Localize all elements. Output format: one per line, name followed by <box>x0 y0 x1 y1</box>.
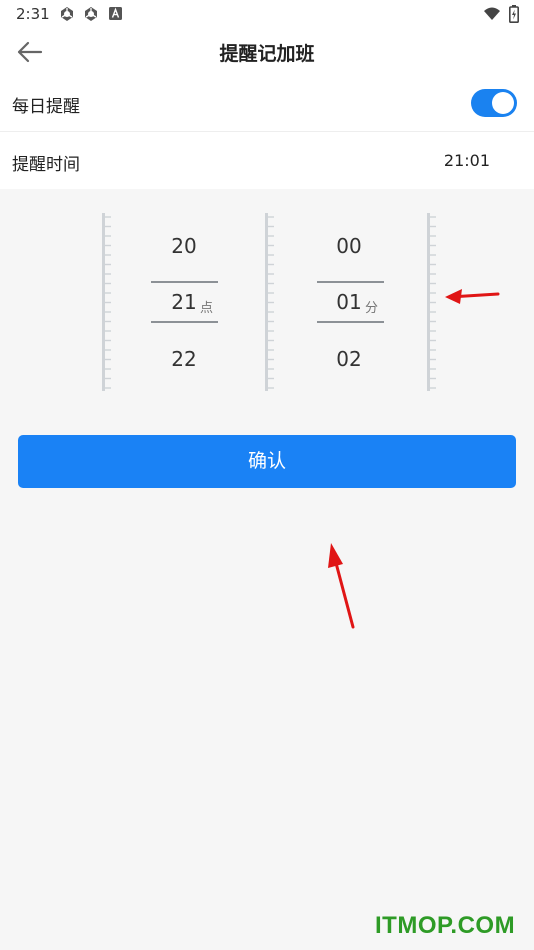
daily-reminder-row: 每日提醒 <box>0 76 534 132</box>
minute-option-above[interactable]: 00 <box>314 234 384 258</box>
app-bar: 提醒记加班 <box>0 28 534 76</box>
daily-reminder-label: 每日提醒 <box>12 97 80 117</box>
page-title: 提醒记加班 <box>219 43 315 65</box>
ruler-left <box>102 213 111 391</box>
minute-selection-line-top <box>317 281 384 283</box>
status-bar: 2:31 <box>0 0 534 28</box>
hour-selection-line-top <box>151 281 218 283</box>
reminder-time-row[interactable]: 提醒时间 21:01 <box>0 132 534 189</box>
minute-selection-line-bottom <box>317 321 384 323</box>
hour-option-below[interactable]: 22 <box>149 347 219 371</box>
reminder-time-label: 提醒时间 <box>12 155 80 175</box>
daily-reminder-toggle[interactable] <box>471 89 517 117</box>
reminder-time-value: 21:01 <box>443 151 490 170</box>
toggle-knob <box>492 92 514 114</box>
app-notification-icon <box>85 7 97 21</box>
minute-unit: 分 <box>365 301 379 316</box>
hour-unit: 点 <box>200 301 214 316</box>
watermark: ITMOP.COM <box>375 912 516 939</box>
status-time: 2:31 <box>16 5 50 23</box>
wifi-icon <box>484 7 500 20</box>
confirm-button[interactable]: 确认 <box>18 435 516 488</box>
ruler-middle <box>265 213 274 391</box>
hour-option-above[interactable]: 20 <box>149 234 219 258</box>
annotation-arrow-icon <box>328 543 355 629</box>
annotation-arrow-icon <box>445 289 500 304</box>
text-a-icon <box>109 7 122 20</box>
app-notification-icon <box>61 7 73 21</box>
ruler-right <box>427 213 436 391</box>
minute-option-below[interactable]: 02 <box>314 347 384 371</box>
battery-icon <box>509 5 519 23</box>
hour-selection-line-bottom <box>151 321 218 323</box>
